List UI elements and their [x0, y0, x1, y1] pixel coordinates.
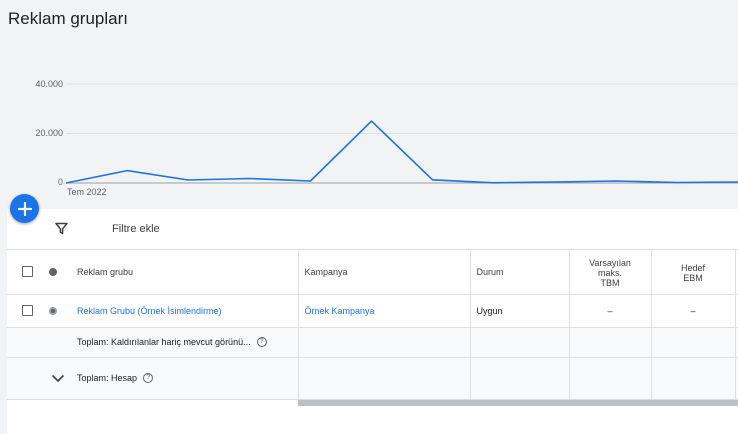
total-removed-label: Toplam: Kaldırılanlar hariç mevcut görün… — [77, 336, 251, 347]
chart-svg — [65, 83, 738, 184]
header-line: TBM — [600, 277, 620, 288]
campaign-link[interactable]: Örnek Kampanya — [305, 306, 375, 316]
horizontal-scrollbar[interactable] — [298, 400, 738, 406]
column-header-status[interactable]: Durum — [469, 250, 569, 295]
y-tick-label: 0 — [57, 177, 63, 187]
filter-bar: Filtre ekle — [7, 209, 738, 250]
status-cell: Uygun — [469, 294, 569, 328]
total-row-account: Toplam: Hesap? — [7, 357, 738, 400]
max-cpc-cell[interactable]: – — [568, 294, 651, 328]
row-status-cell — [37, 294, 67, 328]
page-title: Reklam grupları — [8, 9, 128, 28]
x-tick-label: Tem 2022 — [67, 187, 107, 197]
empty-cell — [469, 327, 569, 358]
help-icon[interactable]: ? — [256, 337, 267, 348]
header-line: EBM — [683, 272, 703, 283]
status-dot-icon — [49, 268, 57, 277]
status-dot-header — [37, 250, 67, 295]
empty-cell — [7, 327, 37, 358]
total-removed-cell: Toplam: Kaldırılanlar hariç mevcut görün… — [67, 327, 298, 358]
series-line — [65, 120, 738, 184]
total-account-label: Toplam: Hesap — [77, 372, 138, 383]
empty-cell — [568, 357, 651, 400]
y-tick-label: 40.000 — [35, 79, 63, 89]
table-header-row: Reklam grubu Kampanya Durum Varsayılan m… — [7, 250, 738, 295]
campaign-cell: Örnek Kampanya — [297, 294, 470, 328]
ad-groups-panel: Filtre ekle Reklam grubu Kampanya Durum … — [7, 209, 738, 434]
ad-group-link[interactable]: Reklam Grubu (Örnek İsimlendirme) — [67, 294, 298, 328]
header-line: Varsayılan — [589, 257, 631, 268]
ad-groups-table: Reklam grubu Kampanya Durum Varsayılan m… — [7, 250, 738, 400]
empty-cell — [297, 357, 470, 400]
header-line: Hedef — [680, 262, 706, 273]
empty-cell — [37, 327, 67, 358]
add-filter-button[interactable]: Filtre ekle — [112, 223, 160, 235]
y-tick-label: 20.000 — [35, 128, 63, 138]
header-line: maks. — [597, 267, 622, 278]
column-header-campaign[interactable]: Kampanya — [297, 250, 470, 295]
row-select-cell — [7, 294, 37, 328]
empty-cell — [469, 357, 569, 400]
table-row: Reklam Grubu (Örnek İsimlendirme) Örnek … — [7, 294, 738, 328]
chevron-down-icon[interactable] — [51, 374, 65, 383]
select-all-checkbox[interactable] — [22, 266, 33, 278]
help-icon[interactable]: ? — [143, 373, 154, 384]
filter-icon[interactable] — [55, 222, 68, 235]
column-header-target-cpa[interactable]: Hedef EBM — [650, 250, 735, 295]
add-button[interactable] — [10, 194, 39, 223]
select-all-cell — [7, 250, 37, 295]
performance-chart: 40.000 20.000 0 Tem 2022 — [0, 60, 738, 210]
empty-cell — [568, 327, 651, 358]
row-checkbox[interactable] — [22, 305, 33, 317]
total-account-cell: Toplam: Hesap? — [67, 357, 298, 400]
column-header-ad-group[interactable]: Reklam grubu — [67, 250, 298, 295]
empty-cell — [297, 327, 470, 358]
total-row-removed: Toplam: Kaldırılanlar hariç mevcut görün… — [7, 327, 738, 358]
ad-group-name[interactable]: Reklam Grubu (Örnek İsimlendirme) — [77, 306, 222, 316]
empty-cell — [650, 357, 735, 400]
target-cpa-cell[interactable]: – — [650, 294, 735, 328]
empty-cell — [650, 327, 735, 358]
column-header-default-max-cpc[interactable]: Varsayılan maks. TBM — [568, 250, 651, 295]
expand-cell — [7, 357, 67, 400]
status-dot-icon[interactable] — [49, 307, 57, 316]
add-icon — [17, 201, 32, 216]
